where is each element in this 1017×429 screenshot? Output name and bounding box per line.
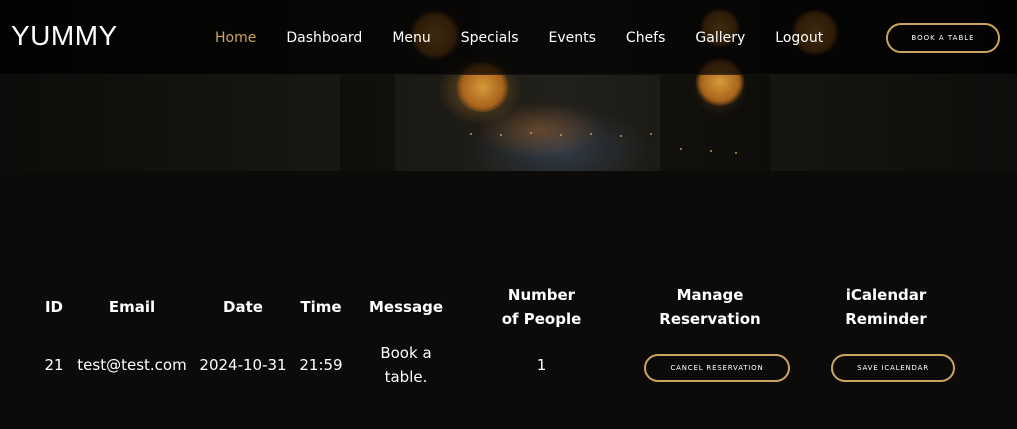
reservations-table-wrap: ID Email Date Time Message Number of Peo…: [35, 282, 970, 398]
cell-date: 2024-10-31: [199, 356, 287, 374]
light-dot: [500, 134, 502, 136]
col-date: Date: [223, 298, 263, 316]
table-header-row: ID Email Date Time Message Number of Peo…: [35, 282, 970, 332]
cell-message: Book a table.: [380, 344, 432, 386]
col-ical: iCalendar Reminder: [845, 286, 927, 328]
nav-menu[interactable]: Menu: [392, 30, 430, 46]
hero-beam: [340, 75, 395, 171]
save-icalendar-button[interactable]: SAVE ICALENDAR: [831, 354, 955, 382]
nav-chefs[interactable]: Chefs: [626, 30, 665, 46]
site-header: YUMMY Home Dashboard Menu Specials Event…: [0, 0, 1017, 75]
nav-gallery[interactable]: Gallery: [695, 30, 745, 46]
light-dot: [650, 133, 652, 135]
nav-events[interactable]: Events: [549, 30, 596, 46]
reservations-table: ID Email Date Time Message Number of Peo…: [35, 282, 970, 398]
light-dot: [560, 134, 562, 136]
col-email: Email: [108, 298, 156, 316]
light-dot: [530, 132, 532, 134]
light-dot: [735, 152, 737, 154]
light-dot: [470, 133, 472, 135]
nav-dashboard[interactable]: Dashboard: [286, 30, 362, 46]
book-a-table-button[interactable]: BOOK A TABLE: [886, 23, 1000, 53]
cell-email: test@test.com: [77, 356, 187, 374]
site-logo[interactable]: YUMMY: [11, 20, 118, 52]
cancel-reservation-button[interactable]: CANCEL RESERVATION: [644, 354, 790, 382]
light-dot: [680, 148, 682, 150]
col-message: Message: [369, 298, 443, 316]
light-dot: [620, 135, 622, 137]
main-nav: Home Dashboard Menu Specials Events Chef…: [215, 30, 853, 46]
col-time: Time: [300, 298, 342, 316]
table-row: 21 test@test.com 2024-10-31 21:59 Book a…: [35, 332, 970, 398]
cell-manage: CANCEL RESERVATION: [618, 332, 802, 398]
cell-people: 1: [536, 356, 547, 374]
nav-home[interactable]: Home: [215, 30, 256, 46]
col-manage: Manage Reservation: [659, 286, 761, 328]
light-dot: [590, 133, 592, 135]
col-id: ID: [44, 298, 64, 316]
cell-ical: SAVE ICALENDAR: [802, 332, 970, 398]
nav-logout[interactable]: Logout: [775, 30, 823, 46]
cell-time: 21:59: [299, 356, 343, 374]
nav-specials[interactable]: Specials: [461, 30, 519, 46]
light-dot: [710, 150, 712, 152]
col-people: Number of People: [501, 286, 582, 328]
cell-id: 21: [44, 356, 64, 374]
